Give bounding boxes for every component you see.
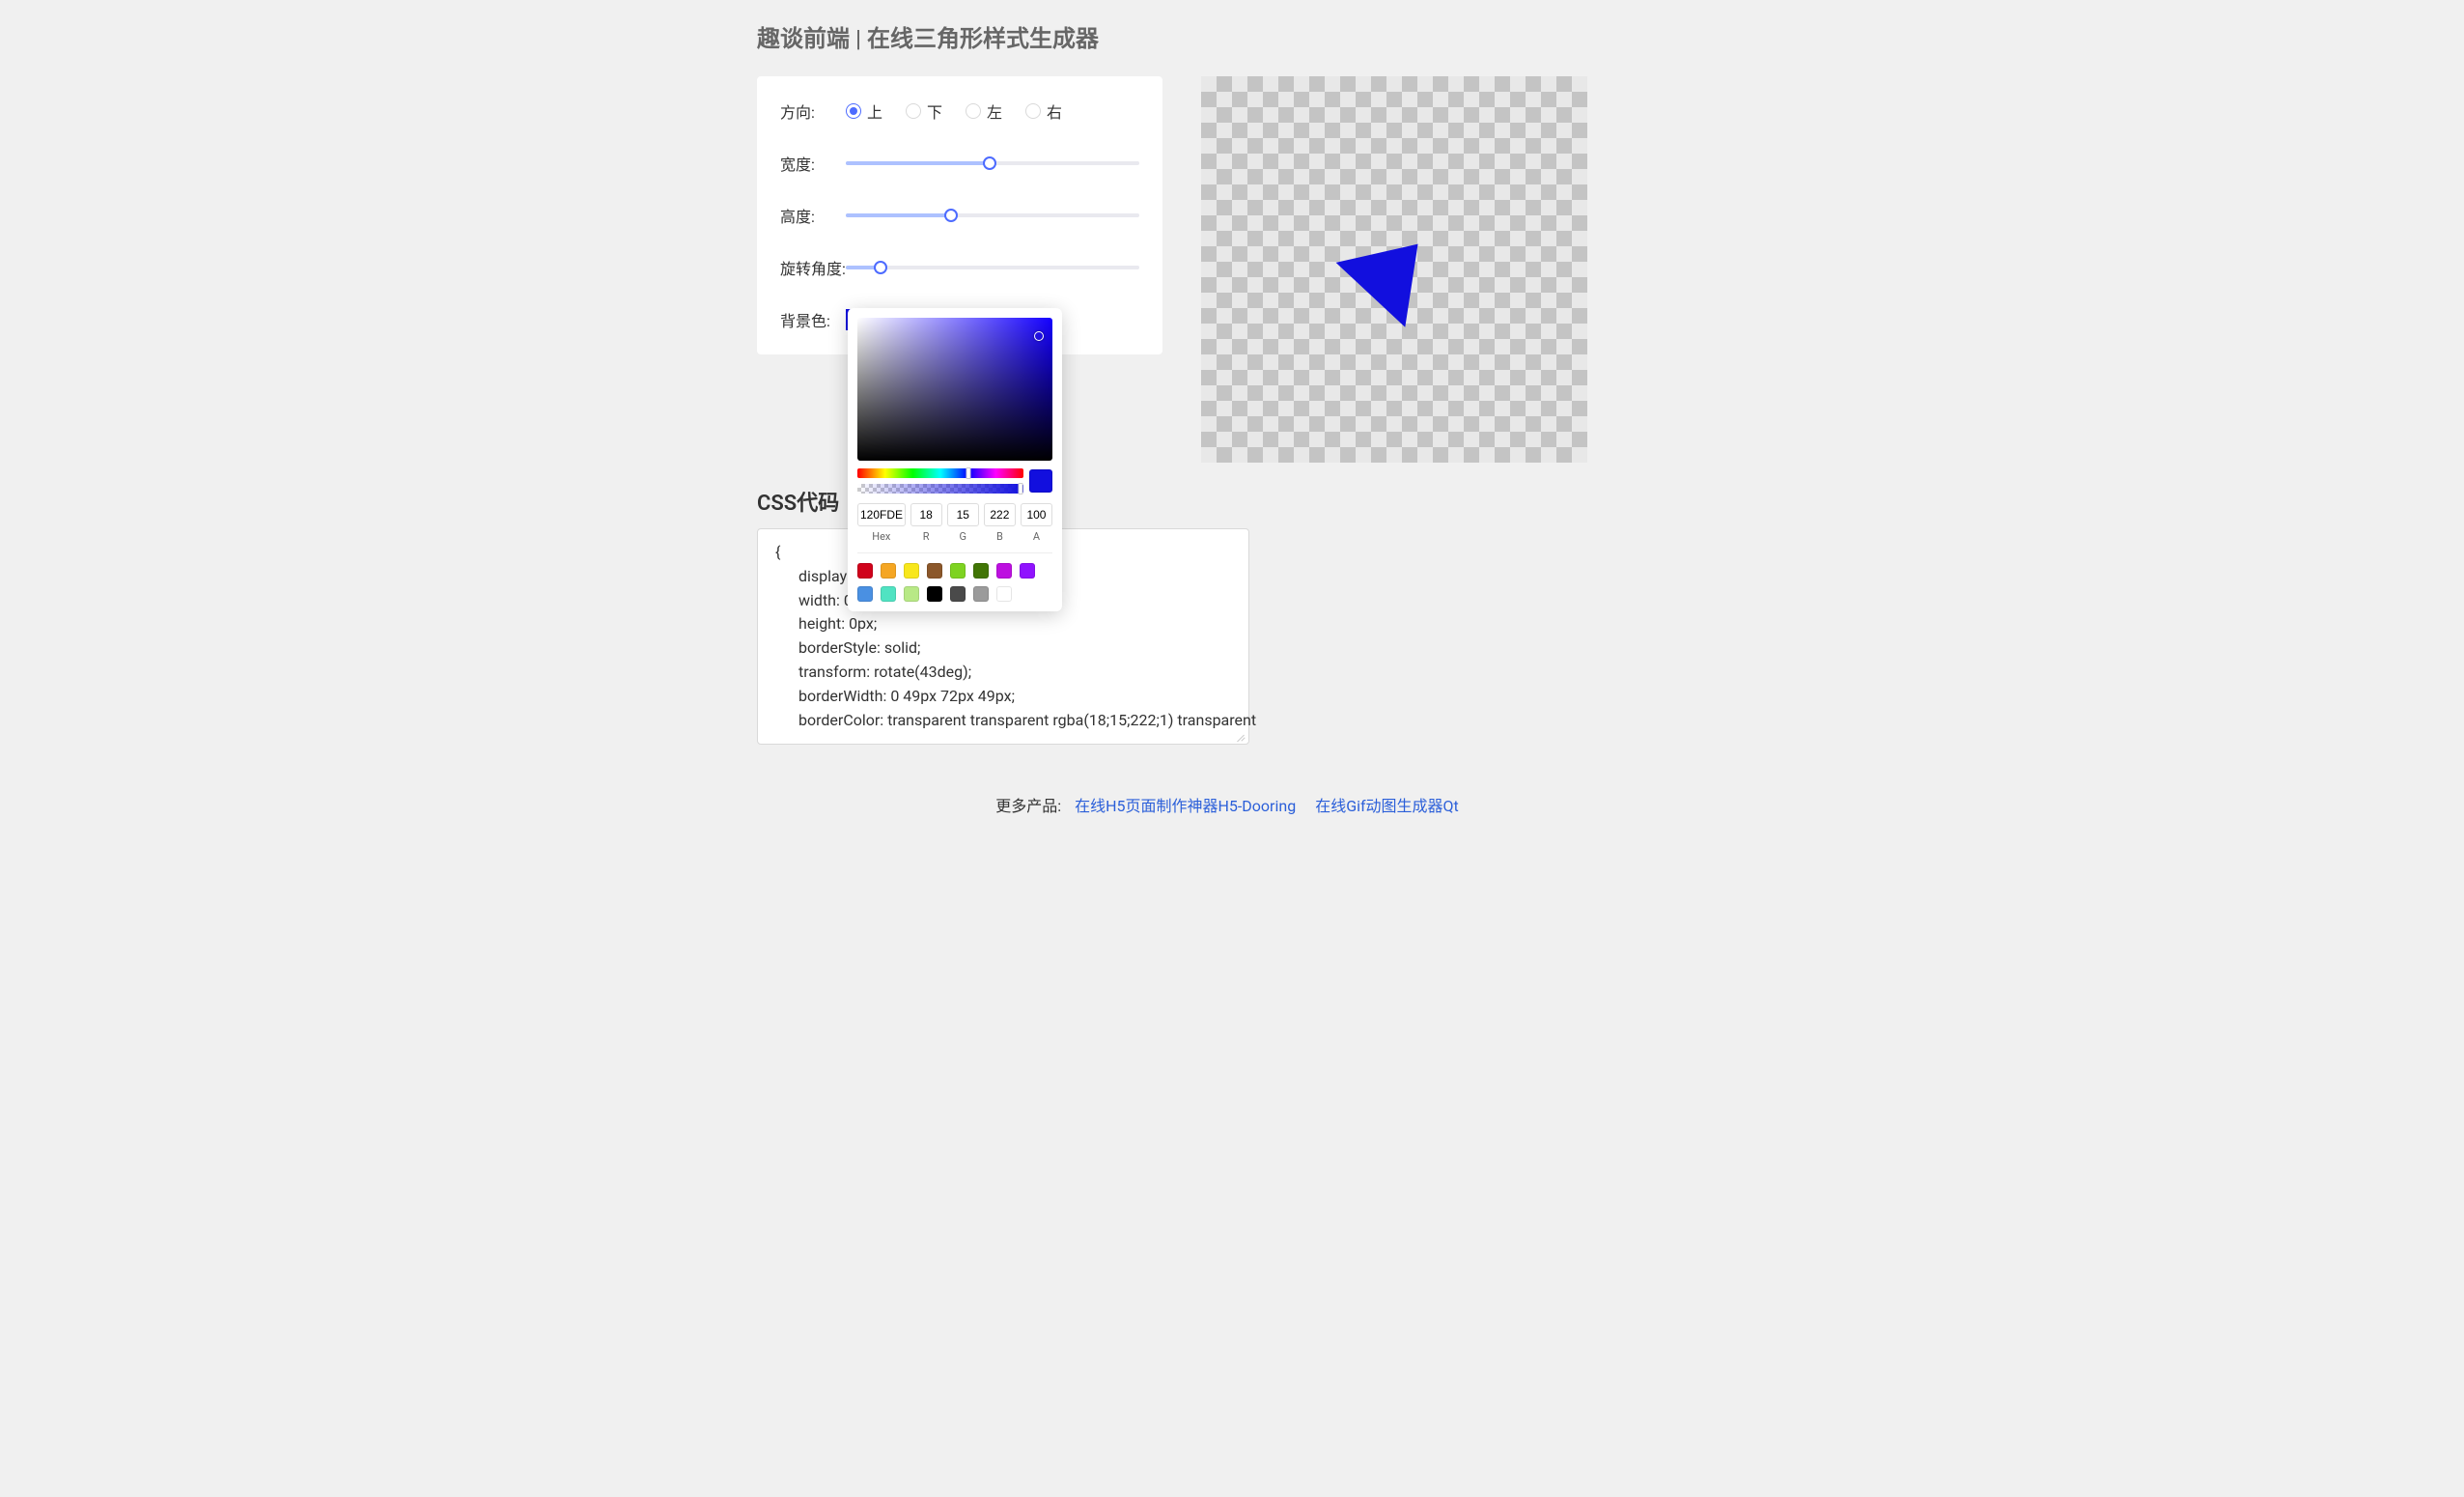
alpha-cursor[interactable] bbox=[1018, 483, 1022, 494]
radio-label: 下 bbox=[927, 99, 942, 123]
direction-radio-上[interactable]: 上 bbox=[846, 99, 882, 123]
hex-label: Hex bbox=[857, 530, 906, 543]
footer-link[interactable]: 在线Gif动图生成器Qt bbox=[1315, 797, 1459, 815]
footer: 更多产品: 在线H5页面制作神器H5-Dooring 在线Gif动图生成器Qt bbox=[757, 793, 1707, 816]
footer-link[interactable]: 在线H5页面制作神器H5-Dooring bbox=[1075, 797, 1296, 815]
preset-colors bbox=[857, 552, 1052, 602]
code-line: borderStyle: solid; bbox=[775, 636, 1231, 661]
preset-color[interactable] bbox=[996, 586, 1012, 602]
direction-radio-group: 上下左右 bbox=[846, 99, 1062, 123]
width-slider-handle[interactable] bbox=[983, 156, 996, 170]
saturation-panel[interactable] bbox=[857, 318, 1052, 461]
preset-color[interactable] bbox=[950, 563, 966, 579]
hue-cursor[interactable] bbox=[966, 467, 971, 479]
direction-radio-左[interactable]: 左 bbox=[966, 99, 1002, 123]
code-line: transform: rotate(43deg); bbox=[775, 661, 1231, 685]
preset-color[interactable] bbox=[881, 563, 896, 579]
color-picker: Hex R G B A bbox=[848, 308, 1062, 611]
preset-color[interactable] bbox=[881, 586, 896, 602]
preview-area bbox=[1201, 76, 1587, 463]
control-panel: 方向: 上 下 左 右 宽度: 高度: 旋转角度: bbox=[757, 76, 1162, 354]
direction-row: 方向: 上 下 左 右 bbox=[780, 99, 1139, 123]
rotate-label: 旋转角度: bbox=[780, 256, 846, 279]
radio-label: 右 bbox=[1047, 99, 1062, 123]
current-color-swatch bbox=[1029, 469, 1052, 493]
preset-color[interactable] bbox=[857, 586, 873, 602]
rotate-row: 旋转角度: bbox=[780, 256, 1139, 279]
preset-color[interactable] bbox=[950, 586, 966, 602]
g-input[interactable] bbox=[947, 503, 979, 526]
radio-circle-icon bbox=[846, 103, 861, 119]
direction-label: 方向: bbox=[780, 99, 846, 123]
width-row: 宽度: bbox=[780, 152, 1139, 175]
preset-color[interactable] bbox=[927, 586, 942, 602]
radio-circle-icon bbox=[906, 103, 921, 119]
page-title: 趣谈前端 | 在线三角形样式生成器 bbox=[757, 19, 1707, 53]
radio-label: 上 bbox=[867, 99, 882, 123]
preset-color[interactable] bbox=[927, 563, 942, 579]
direction-radio-下[interactable]: 下 bbox=[906, 99, 942, 123]
triangle-preview bbox=[1336, 212, 1453, 326]
b-label: B bbox=[984, 530, 1016, 543]
preset-color[interactable] bbox=[1020, 563, 1035, 579]
g-label: G bbox=[947, 530, 979, 543]
height-slider[interactable] bbox=[846, 208, 1139, 223]
r-input[interactable] bbox=[910, 503, 942, 526]
saturation-cursor[interactable] bbox=[1034, 331, 1044, 341]
radio-circle-icon bbox=[1025, 103, 1041, 119]
hue-slider[interactable] bbox=[857, 468, 1023, 478]
alpha-slider[interactable] bbox=[857, 484, 1023, 494]
rotate-slider[interactable] bbox=[846, 260, 1139, 275]
code-line: borderColor: transparent transparent rgb… bbox=[775, 709, 1231, 733]
preset-color[interactable] bbox=[904, 563, 919, 579]
preset-color[interactable] bbox=[904, 586, 919, 602]
preset-color[interactable] bbox=[973, 563, 989, 579]
code-line: borderWidth: 0 49px 72px 49px; bbox=[775, 685, 1231, 709]
preset-color[interactable] bbox=[857, 563, 873, 579]
r-label: R bbox=[910, 530, 942, 543]
a-input[interactable] bbox=[1021, 503, 1052, 526]
a-label: A bbox=[1021, 530, 1052, 543]
resize-handle-icon[interactable] bbox=[1235, 730, 1246, 742]
width-label: 宽度: bbox=[780, 152, 846, 175]
direction-radio-右[interactable]: 右 bbox=[1025, 99, 1062, 123]
radio-circle-icon bbox=[966, 103, 981, 119]
preset-color[interactable] bbox=[996, 563, 1012, 579]
preset-color[interactable] bbox=[973, 586, 989, 602]
hex-input[interactable] bbox=[857, 503, 906, 526]
bgcolor-label: 背景色: bbox=[780, 308, 846, 331]
width-slider[interactable] bbox=[846, 155, 1139, 171]
radio-label: 左 bbox=[987, 99, 1002, 123]
height-row: 高度: bbox=[780, 204, 1139, 227]
rotate-slider-handle[interactable] bbox=[874, 261, 887, 274]
footer-label: 更多产品: bbox=[995, 797, 1061, 815]
code-line: height: 0px; bbox=[775, 612, 1231, 636]
height-slider-handle[interactable] bbox=[944, 209, 958, 222]
height-label: 高度: bbox=[780, 204, 846, 227]
b-input[interactable] bbox=[984, 503, 1016, 526]
